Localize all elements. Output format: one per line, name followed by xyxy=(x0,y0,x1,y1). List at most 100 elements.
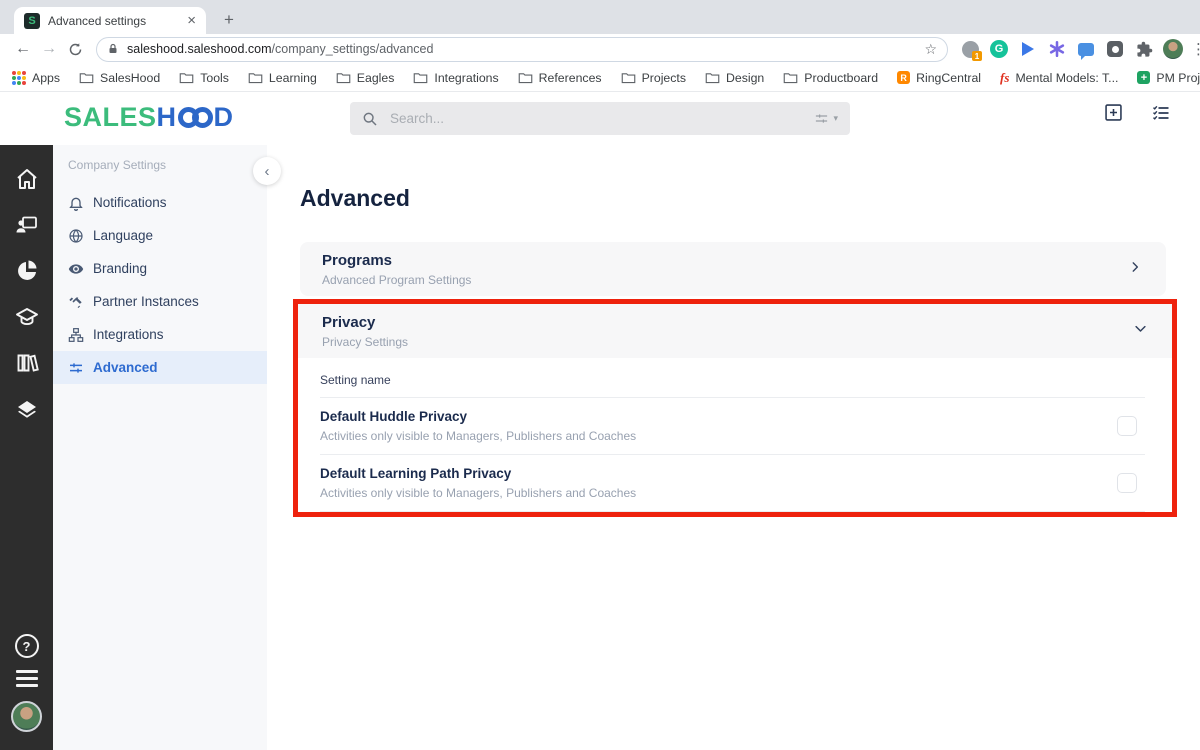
search-filter-button[interactable]: ▾ xyxy=(813,111,838,126)
library-icon[interactable] xyxy=(15,351,39,375)
ringcentral-icon: R xyxy=(897,71,911,84)
logo-rings-icon xyxy=(177,107,213,128)
bookmark-tools[interactable]: Tools xyxy=(179,71,229,85)
search-input[interactable] xyxy=(388,110,814,127)
sidebar-item-label: Integrations xyxy=(93,327,164,342)
checklist-icon xyxy=(1152,105,1169,120)
sheets-icon: + xyxy=(1137,71,1151,84)
folder-icon xyxy=(414,73,428,84)
eye-icon xyxy=(68,261,84,277)
camera-extension-icon[interactable] xyxy=(1105,39,1125,59)
page-title: Advanced xyxy=(300,185,410,211)
bookmark-productboard[interactable]: Productboard xyxy=(783,71,878,85)
bookmark-references[interactable]: References xyxy=(518,71,602,85)
privacy-subtitle: Privacy Settings xyxy=(322,334,409,349)
tab-title: Advanced settings xyxy=(48,13,147,28)
browser-tabstrip: S Advanced settings × + xyxy=(0,0,1200,34)
address-bar[interactable]: saleshood.saleshood.com/company_settings… xyxy=(96,36,948,62)
url-path: /company_settings/advanced xyxy=(271,42,434,56)
bookmark-mental-models[interactable]: fs Mental Models: T... xyxy=(1000,70,1118,86)
programs-panel[interactable]: Programs Advanced Program Settings xyxy=(300,242,1166,296)
graduation-cap-icon[interactable] xyxy=(15,305,39,329)
sidebar-item-label: Partner Instances xyxy=(93,294,199,309)
primary-nav-rail: ? xyxy=(0,145,53,750)
huddle-privacy-checkbox[interactable] xyxy=(1117,416,1137,436)
bookmark-star-icon[interactable]: ☆ xyxy=(924,41,937,58)
create-button[interactable] xyxy=(1103,102,1124,128)
bookmark-integrations[interactable]: Integrations xyxy=(413,71,499,85)
sitemap-icon xyxy=(68,327,84,343)
handshake-icon xyxy=(68,294,84,310)
saleshood-logo[interactable]: SALES H D xyxy=(64,102,234,133)
chevron-down-icon xyxy=(1133,321,1148,341)
screenshot-root: S Advanced settings × + ← → saleshood.sa… xyxy=(0,0,1200,750)
sidebar-item-partner-instances[interactable]: Partner Instances xyxy=(53,285,267,318)
layers-icon[interactable] xyxy=(15,397,39,421)
tab-close-icon[interactable]: × xyxy=(187,12,196,29)
new-tab-button[interactable]: + xyxy=(216,7,242,33)
bookmark-design[interactable]: Design xyxy=(705,71,764,85)
tasks-button[interactable] xyxy=(1150,103,1172,128)
help-icon[interactable]: ? xyxy=(14,634,39,658)
bookmark-projects[interactable]: Projects xyxy=(621,71,686,85)
sidebar-item-label: Branding xyxy=(93,261,148,276)
bookmark-pm-projects[interactable]: +PM Projects - Goo... xyxy=(1137,71,1200,85)
browser-profile-avatar[interactable] xyxy=(1163,39,1183,59)
bookmark-saleshood[interactable]: SalesHood xyxy=(79,71,160,85)
padlock-icon xyxy=(109,43,117,53)
bookmark-eagles[interactable]: Eagles xyxy=(336,71,394,85)
reload-icon[interactable] xyxy=(62,36,88,62)
privacy-panel-header[interactable]: Privacy Privacy Settings xyxy=(298,304,1172,358)
setting-name: Default Huddle Privacy xyxy=(320,409,468,424)
notifier-extension-icon[interactable]: 1 xyxy=(960,39,982,61)
home-icon[interactable] xyxy=(15,167,39,191)
sidebar-item-branding[interactable]: Branding xyxy=(53,252,267,285)
bell-icon xyxy=(68,195,84,211)
forward-icon[interactable]: → xyxy=(36,36,62,62)
programs-subtitle: Advanced Program Settings xyxy=(322,272,472,287)
bookmark-apps[interactable]: Apps xyxy=(12,70,60,85)
folder-icon xyxy=(621,73,635,84)
sidebar-item-label: Advanced xyxy=(93,360,158,375)
extension-icons: 1 G xyxy=(960,39,1183,61)
user-avatar[interactable] xyxy=(11,701,42,732)
chat-extension-icon[interactable] xyxy=(1076,39,1096,60)
main-content: Advanced Programs Advanced Program Setti… xyxy=(267,145,1200,750)
pie-chart-icon[interactable] xyxy=(15,259,39,283)
setting-row-huddle-privacy: Default Huddle Privacy Activities only v… xyxy=(320,398,1145,455)
extension-badge: 1 xyxy=(972,51,982,61)
coaching-icon[interactable] xyxy=(15,213,39,237)
sidebar-collapse-button[interactable]: ‹ xyxy=(253,157,281,185)
extensions-puzzle-icon[interactable] xyxy=(1134,39,1154,59)
app-header: SALESHD ▾ xyxy=(0,92,1200,145)
asterisk-extension-icon[interactable] xyxy=(1047,39,1067,59)
browser-menu-icon[interactable]: ⋮ xyxy=(1191,40,1200,58)
rail-menu-icon[interactable] xyxy=(15,670,38,687)
sidebar-item-label: Notifications xyxy=(93,195,167,210)
sidebar-item-notifications[interactable]: Notifications xyxy=(53,186,267,219)
folder-icon xyxy=(518,73,532,84)
globe-icon xyxy=(68,228,84,244)
privacy-settings-table: Setting name Default Huddle Privacy Acti… xyxy=(298,358,1172,512)
learning-path-privacy-checkbox[interactable] xyxy=(1117,473,1137,493)
sidebar-item-advanced[interactable]: Advanced xyxy=(53,351,267,384)
search-icon xyxy=(363,112,377,126)
folder-icon xyxy=(248,73,263,84)
global-search[interactable]: ▾ xyxy=(350,102,850,135)
setting-description: Activities only visible to Managers, Pub… xyxy=(320,486,637,500)
bookmark-learning[interactable]: Learning xyxy=(248,71,317,85)
back-icon[interactable]: ← xyxy=(10,36,36,62)
saleshood-favicon: S xyxy=(24,12,40,29)
folder-icon xyxy=(705,73,720,84)
arrow-extension-icon[interactable] xyxy=(1018,39,1038,59)
apps-grid-icon xyxy=(12,70,26,85)
setting-row-learning-path-privacy: Default Learning Path Privacy Activities… xyxy=(320,455,1145,512)
browser-tab[interactable]: S Advanced settings × xyxy=(14,7,206,34)
sidebar-item-integrations[interactable]: Integrations xyxy=(53,318,267,351)
grammarly-extension-icon[interactable]: G xyxy=(989,39,1009,59)
folder-icon xyxy=(336,73,351,84)
fs-icon: fs xyxy=(1000,69,1010,85)
sidebar-item-language[interactable]: Language xyxy=(53,219,267,252)
folder-icon xyxy=(79,73,94,84)
bookmark-ringcentral[interactable]: R RingCentral xyxy=(897,71,981,85)
